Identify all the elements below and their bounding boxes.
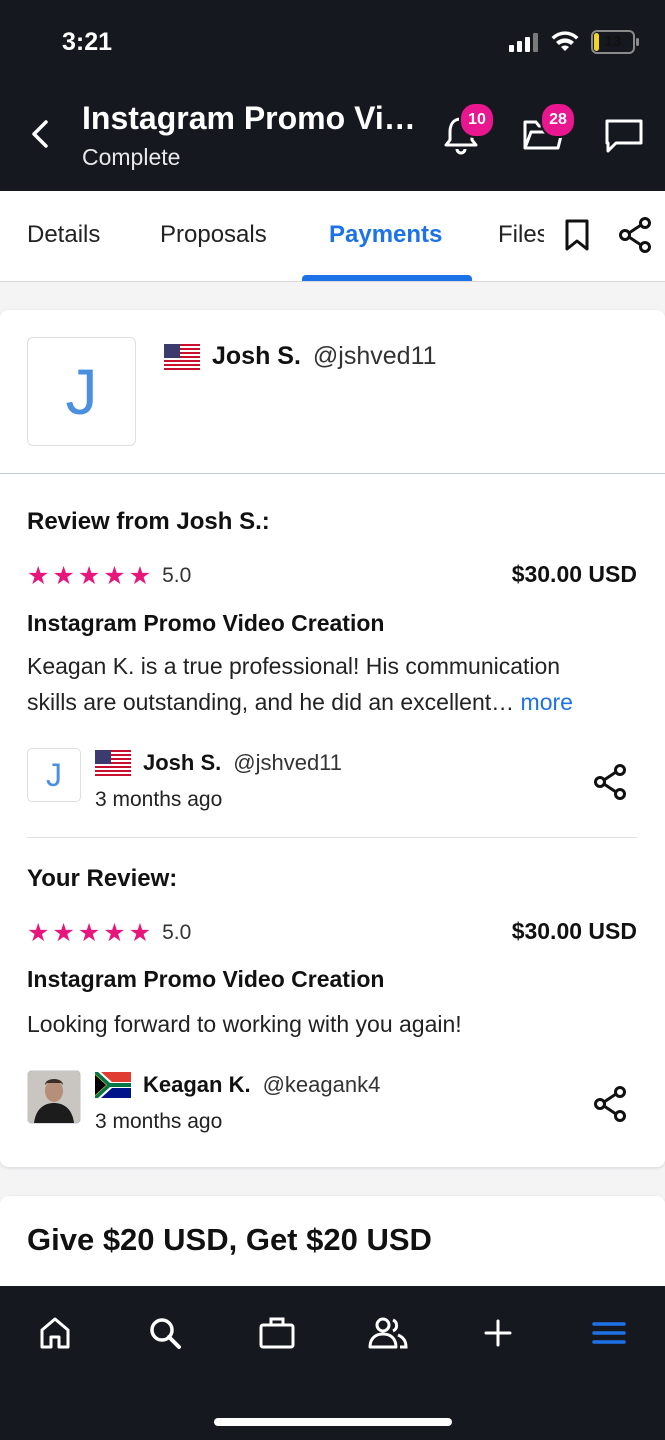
tab-proposals[interactable]: Proposals	[160, 221, 267, 249]
star-icon: ★	[52, 919, 75, 947]
star-icon: ★	[103, 562, 126, 590]
back-arrow-icon[interactable]	[28, 118, 54, 150]
review-text-line: Keagan K. is a true professional! His co…	[27, 653, 561, 679]
promo-title: Give $20 USD, Get $20 USD	[27, 1222, 432, 1257]
your-review-text: Looking forward to working with you agai…	[27, 1011, 462, 1037]
your-review-amount: $30.00 USD	[511, 918, 637, 944]
review-text-line: skills are outstanding, and he did an ex…	[27, 684, 637, 720]
battery-tip	[636, 38, 639, 46]
wifi-icon	[551, 31, 579, 51]
rating-value: 5.0	[162, 564, 192, 587]
more-link[interactable]: more	[521, 689, 573, 715]
your-info: Keagan K. @keagank4	[95, 1072, 380, 1098]
star-icon: ★	[27, 919, 50, 947]
tab-files[interactable]: Files	[498, 221, 549, 249]
menu-icon[interactable]	[592, 1316, 626, 1350]
review-from-stars: ★ ★ ★ ★ ★ 5.0	[27, 561, 191, 591]
page-title: Instagram Promo Video Creation	[82, 100, 418, 136]
your-avatar[interactable]	[27, 1070, 81, 1124]
battery-percent: 13	[604, 33, 622, 50]
status-time: 3:21	[62, 28, 113, 56]
signal-icon	[509, 33, 538, 52]
battery-icon: 13	[591, 30, 639, 54]
star-icon: ★	[77, 919, 101, 947]
tab-details[interactable]: Details	[27, 221, 100, 249]
tab-bar: Details Proposals Payments Files	[0, 191, 665, 282]
divider	[27, 837, 637, 838]
star-icon: ★	[128, 919, 152, 947]
your-handle: @keagank4	[262, 1072, 381, 1097]
status-icons: 13	[509, 30, 639, 54]
active-tab-indicator	[302, 275, 472, 281]
reviewer-handle: @jshved11	[233, 750, 343, 775]
review-text-truncated: skills are outstanding, and he did an ex…	[27, 689, 515, 715]
tab-actions	[544, 191, 665, 279]
client-handle: @jshved11	[312, 342, 437, 370]
chat-icon[interactable]	[604, 118, 644, 154]
star-icon: ★	[27, 562, 50, 590]
plus-icon[interactable]	[483, 1316, 513, 1350]
bookmark-icon[interactable]	[564, 218, 590, 252]
reviewer-avatar[interactable]: J	[27, 748, 81, 802]
home-icon[interactable]	[38, 1316, 72, 1350]
projects-badge: 28	[540, 102, 576, 138]
referral-promo-card[interactable]: Give $20 USD, Get $20 USD	[0, 1196, 665, 1296]
divider	[0, 473, 665, 474]
star-icon: ★	[128, 562, 152, 590]
star-icon: ★	[103, 919, 126, 947]
rating-value: 5.0	[162, 921, 192, 944]
review-from-time: 3 months ago	[95, 788, 223, 811]
star-icon: ★	[77, 562, 101, 590]
share-icon[interactable]	[618, 217, 652, 253]
app-header: Instagram Promo Video Creation Complete …	[0, 80, 665, 191]
briefcase-icon[interactable]	[259, 1316, 295, 1350]
client-avatar[interactable]: J	[27, 337, 136, 446]
share-icon[interactable]	[593, 764, 627, 800]
your-review-stars: ★ ★ ★ ★ ★ 5.0	[27, 918, 191, 948]
bottom-nav	[0, 1286, 665, 1440]
profile-photo	[28, 1071, 80, 1123]
review-from-heading: Review from Josh S.:	[27, 508, 270, 535]
star-icon: ★	[52, 562, 75, 590]
search-icon[interactable]	[148, 1316, 182, 1350]
your-name[interactable]: Keagan K.	[143, 1072, 251, 1098]
client-name[interactable]: Josh S.	[212, 342, 301, 371]
reviewer-name[interactable]: Josh S.	[143, 750, 221, 776]
client-info: Josh S. @jshved11	[164, 342, 437, 371]
people-icon[interactable]	[368, 1316, 408, 1350]
your-review-heading: Your Review:	[27, 865, 178, 892]
review-from-text: Keagan K. is a true professional! His co…	[27, 648, 637, 720]
za-flag-icon	[95, 1072, 131, 1098]
notifications-badge: 10	[459, 102, 495, 138]
review-from-project: Instagram Promo Video Creation	[27, 610, 385, 636]
share-icon[interactable]	[593, 1086, 627, 1122]
home-indicator[interactable]	[214, 1418, 452, 1426]
review-from-amount: $30.00 USD	[511, 561, 637, 587]
us-flag-icon	[164, 343, 200, 370]
review-card: J Josh S. @jshved11 Review from Josh S.:…	[0, 310, 665, 1167]
your-review-time: 3 months ago	[95, 1110, 223, 1133]
us-flag-icon	[95, 750, 131, 776]
status-bar: 3:21 13	[0, 0, 665, 80]
tab-payments[interactable]: Payments	[329, 221, 442, 249]
page-subtitle: Complete	[82, 144, 181, 170]
your-review-project: Instagram Promo Video Creation	[27, 966, 385, 992]
reviewer-info: Josh S. @jshved11	[95, 750, 342, 776]
